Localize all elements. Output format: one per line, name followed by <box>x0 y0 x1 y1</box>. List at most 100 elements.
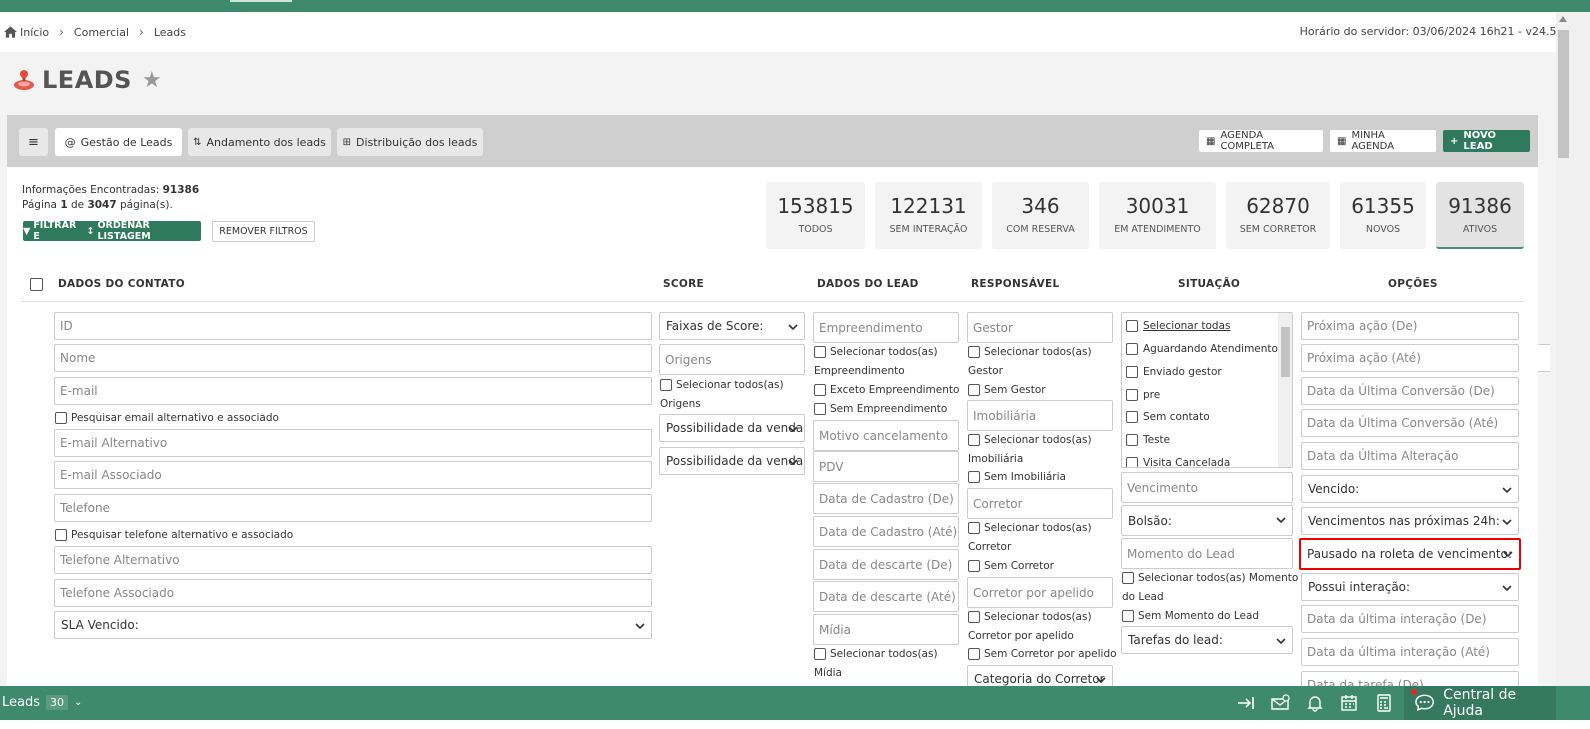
pausado-roleta-select[interactable]: Pausado na roleta de vencimento: <box>1299 538 1521 570</box>
cadastro-ate-input[interactable]: Data de Cadastro (Até) <box>813 516 959 547</box>
situacao-option[interactable]: Sem contato <box>1126 411 1210 423</box>
situacao-option[interactable]: Visita Cancelada <box>1126 457 1230 467</box>
email-assoc-input[interactable]: E-mail Associado <box>54 461 652 489</box>
situacao-option[interactable]: Aguardando Atendimento <box>1126 343 1278 355</box>
select-all-apelido-checkbox[interactable]: Selecionar todos(as) <box>968 611 1092 623</box>
select-all-corretor-checkbox[interactable]: Selecionar todos(as) <box>968 522 1092 534</box>
midia-input[interactable]: Mídia <box>813 614 959 645</box>
filter-order-button[interactable]: ▼ FILTRAR E ↕ ORDENAR LISTAGEM <box>23 220 201 242</box>
checkbox-box[interactable] <box>814 346 826 358</box>
situacao-option[interactable]: Enviado gestor <box>1126 366 1222 378</box>
vencido-select[interactable]: Vencido: <box>1301 475 1519 503</box>
select-all-momento-checkbox[interactable]: Selecionar todos(as) Momento <box>1122 572 1298 584</box>
side-panel-tab[interactable] <box>1536 344 1550 372</box>
sem-imobiliaria-checkbox[interactable]: Sem Imobiliária <box>968 471 1066 483</box>
checkbox-box[interactable] <box>968 560 980 572</box>
agenda-completa-button[interactable]: ▦ AGENDA COMPLETA <box>1199 130 1323 152</box>
corretor-apelido-input[interactable]: Corretor por apelido <box>967 577 1113 608</box>
email-input[interactable]: E-mail <box>54 377 652 405</box>
page-scrollbar[interactable] <box>1556 12 1590 686</box>
select-all-checkbox[interactable] <box>30 278 43 291</box>
calculator-icon[interactable] <box>1374 694 1394 712</box>
phone-input[interactable]: Telefone <box>54 494 652 522</box>
empreendimento-input[interactable]: Empreendimento <box>813 312 959 343</box>
select-all-empreendimento-checkbox[interactable]: Selecionar todos(as) <box>814 346 938 358</box>
select-all-imobiliaria-checkbox[interactable]: Selecionar todos(as) <box>968 434 1092 446</box>
checkbox-box[interactable] <box>814 384 826 396</box>
sem-corretor-apelido-checkbox[interactable]: Sem Corretor por apelido <box>968 648 1117 660</box>
checkbox-box[interactable] <box>1126 343 1138 355</box>
minha-agenda-button[interactable]: ▦ MINHA AGENDA <box>1330 130 1436 152</box>
listbox-scrollbar[interactable] <box>1278 313 1292 467</box>
gestor-input[interactable]: Gestor <box>967 312 1113 343</box>
mail-check-icon[interactable] <box>1270 694 1290 712</box>
stat-sem-corretor[interactable]: 62870 SEM CORRETOR <box>1226 182 1330 249</box>
breadcrumb-item-comercial[interactable]: Comercial <box>74 26 129 39</box>
checkbox-box[interactable] <box>55 412 67 424</box>
corretor-input[interactable]: Corretor <box>967 488 1113 519</box>
search-phone-alt-checkbox[interactable]: Pesquisar telefone alternativo e associa… <box>55 529 293 541</box>
calendar-icon[interactable] <box>1339 694 1359 712</box>
situacao-option[interactable]: pre <box>1126 389 1160 401</box>
scrollbar-thumb[interactable] <box>1558 30 1569 158</box>
pdv-input[interactable]: PDV <box>813 451 959 482</box>
checkbox-box[interactable] <box>968 471 980 483</box>
bolsao-select[interactable]: Bolsão: <box>1121 505 1293 536</box>
sem-momento-checkbox[interactable]: Sem Momento do Lead <box>1122 610 1259 622</box>
possui-interacao-select[interactable]: Possui interação: <box>1301 573 1519 601</box>
checkbox-box[interactable] <box>968 648 980 660</box>
checkbox-box[interactable] <box>1126 411 1138 423</box>
ultima-conversao-de-input[interactable]: Data da Última Conversão (De) <box>1301 377 1519 405</box>
motivo-cancelamento-input[interactable]: Motivo cancelamento <box>813 420 959 451</box>
ultima-interacao-ate-input[interactable]: Data da última interação (Até) <box>1301 638 1519 666</box>
vencimentos-24h-select[interactable]: Vencimentos nas próximas 24h: <box>1301 507 1519 535</box>
select-all-origens-checkbox[interactable]: Selecionar todos(as) <box>660 379 784 391</box>
checkbox-box[interactable] <box>1126 434 1138 446</box>
situacao-option[interactable]: Teste <box>1126 434 1170 446</box>
cadastro-de-input[interactable]: Data de Cadastro (De) <box>813 483 959 514</box>
checkbox-box[interactable] <box>1126 320 1138 332</box>
menu-button[interactable]: ≡ <box>19 128 48 156</box>
novo-lead-button[interactable]: + NOVO LEAD <box>1443 130 1530 152</box>
email-alt-input[interactable]: E-mail Alternativo <box>54 429 652 457</box>
scroll-up-icon[interactable] <box>1559 16 1567 22</box>
select-all-midia-checkbox[interactable]: Selecionar todos(as) <box>814 648 938 660</box>
descarte-de-input[interactable]: Data de descarte (De) <box>813 549 959 580</box>
situacao-option[interactable]: Selecionar todas <box>1126 320 1230 332</box>
bell-icon[interactable] <box>1305 694 1325 712</box>
checkbox-box[interactable] <box>1122 610 1134 622</box>
checkbox-box[interactable] <box>660 379 672 391</box>
stat-sem-interacao[interactable]: 122131 SEM INTERAÇÃO <box>875 182 982 249</box>
ultima-alteracao-input[interactable]: Data da Última Alteração <box>1301 442 1519 470</box>
phone-alt-input[interactable]: Telefone Alternativo <box>54 546 652 574</box>
leads-page-size[interactable]: Leads 30 ⌄ <box>2 695 82 710</box>
checkbox-box[interactable] <box>1122 572 1134 584</box>
star-icon[interactable]: ★ <box>142 68 162 93</box>
checkbox-box[interactable] <box>968 522 980 534</box>
origens-input[interactable]: Origens <box>659 344 805 375</box>
search-email-alt-checkbox[interactable]: Pesquisar email alternativo e associado <box>55 412 279 424</box>
possibility-select-2[interactable]: Possibilidade da venda <box>659 447 805 475</box>
checkbox-box[interactable] <box>968 611 980 623</box>
ultima-conversao-ate-input[interactable]: Data da Última Conversão (Até) <box>1301 409 1519 437</box>
stat-novos[interactable]: 61355 NOVOS <box>1340 182 1426 249</box>
checkbox-box[interactable] <box>814 648 826 660</box>
id-input[interactable]: ID <box>54 312 652 340</box>
select-all-gestor-checkbox[interactable]: Selecionar todos(as) <box>968 346 1092 358</box>
checkbox-box[interactable] <box>968 434 980 446</box>
stat-ativos[interactable]: 91386 ATIVOS <box>1436 182 1524 249</box>
sem-corretor-checkbox[interactable]: Sem Corretor <box>968 560 1054 572</box>
proxima-acao-ate-input[interactable]: Próxima ação (Até) <box>1301 344 1519 372</box>
stat-todos[interactable]: 153815 TODOS <box>766 182 865 249</box>
tarefas-lead-select[interactable]: Tarefas do lead: <box>1121 626 1293 654</box>
page-size-value[interactable]: 30 <box>46 695 69 710</box>
stat-em-atendimento[interactable]: 30031 EM ATENDIMENTO <box>1099 182 1216 249</box>
sem-gestor-checkbox[interactable]: Sem Gestor <box>968 384 1046 396</box>
checkbox-box[interactable] <box>814 403 826 415</box>
possibility-select-1[interactable]: Possibilidade da venda <box>659 414 805 442</box>
sem-empreendimento-checkbox[interactable]: Sem Empreendimento <box>814 403 947 415</box>
checkbox-box[interactable] <box>1126 366 1138 378</box>
proxima-acao-de-input[interactable]: Próxima ação (De) <box>1301 312 1519 340</box>
sla-vencido-select[interactable]: SLA Vencido: <box>54 611 652 639</box>
descarte-ate-input[interactable]: Data de descarte (Até) <box>813 581 959 612</box>
